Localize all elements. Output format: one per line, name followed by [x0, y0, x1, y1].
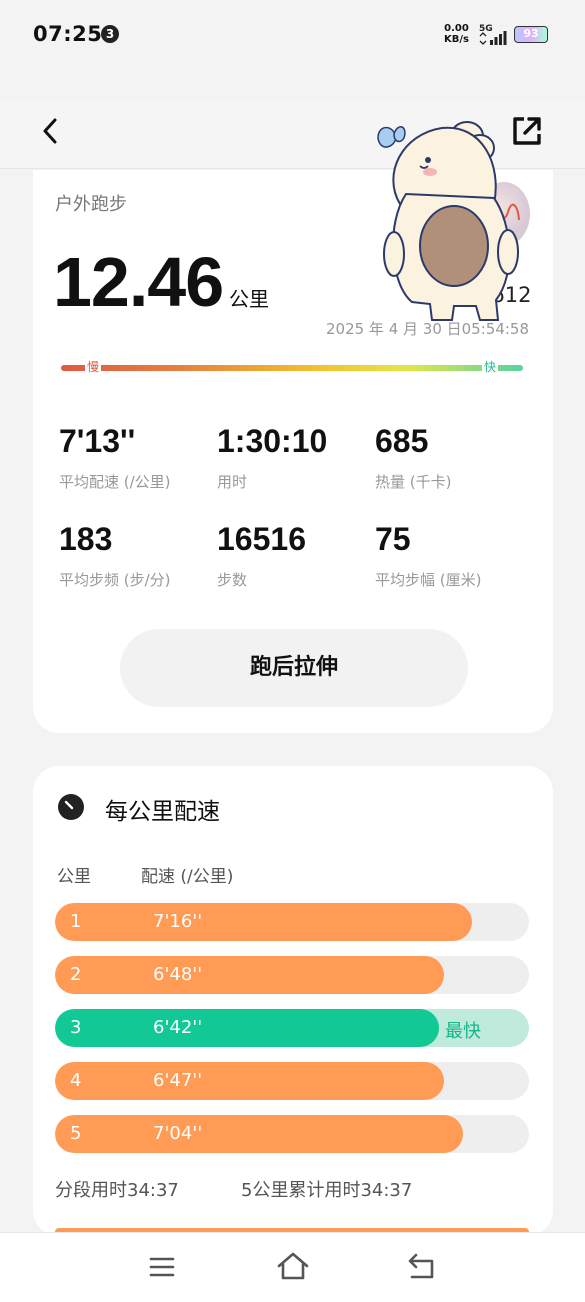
sport-type-label: 户外跑步 [55, 194, 127, 215]
column-header-km: 公里 [57, 867, 91, 887]
stat-label: 热量 (千卡) [375, 473, 452, 491]
split-row: 4 6'47'' [55, 1062, 529, 1100]
pace-fast-label: 快 [482, 358, 499, 375]
stat-label: 步数 [217, 571, 248, 589]
post-run-stretch-button[interactable]: 跑后拉伸 [120, 629, 468, 707]
stat-label: 平均步幅 (厘米) [375, 571, 482, 589]
back-gesture-icon[interactable] [406, 1251, 438, 1281]
stat-cadence: 183 平均步频 (步/分) [59, 521, 209, 590]
signal-icon: 5G [479, 24, 507, 45]
stat-label: 平均步频 (步/分) [59, 571, 171, 589]
battery-indicator: 93 [514, 26, 548, 43]
split-km: 1 [70, 911, 82, 932]
split-fill-bar [55, 1115, 463, 1153]
network-type-label: 5G [479, 24, 493, 34]
split-row-fastest: 3 6'42'' 最快 [55, 1009, 529, 1047]
split-pace: 6'42'' [153, 1017, 203, 1038]
stat-label: 用时 [217, 473, 248, 491]
stat-steps: 16516 步数 [217, 521, 367, 590]
network-speed: 0.00 KB/s [444, 23, 469, 45]
notification-count-badge: 3 [101, 25, 119, 43]
split-km: 3 [70, 1017, 82, 1038]
split-km: 5 [70, 1123, 82, 1144]
stat-value: 7'13'' [59, 423, 136, 459]
network-speed-unit: KB/s [444, 34, 469, 45]
split-km: 4 [70, 1070, 82, 1091]
pace-gradient-bar [61, 365, 523, 371]
split-pace: 6'48'' [153, 964, 203, 985]
split-pace: 6'47'' [153, 1070, 203, 1091]
split-fill-bar [55, 1009, 439, 1047]
distance-value: 12.46 [53, 243, 224, 321]
cumulative-time: 5公里累计用时34:37 [241, 1180, 413, 1201]
split-pace: 7'04'' [153, 1123, 203, 1144]
split-row: 5 7'04'' [55, 1115, 529, 1153]
back-arrow-icon[interactable] [36, 116, 66, 146]
bear-sticker-icon [377, 121, 519, 321]
splits-title: 每公里配速 [105, 799, 220, 825]
stat-value: 75 [375, 521, 411, 557]
split-row: 2 6'48'' [55, 956, 529, 994]
status-bar: 07:25 3 0.00 KB/s 5G 93 [0, 0, 585, 70]
menu-icon[interactable] [148, 1255, 176, 1279]
network-speed-value: 0.00 [444, 23, 469, 34]
home-icon[interactable] [276, 1251, 310, 1281]
clock: 07:25 [33, 22, 103, 46]
stat-value: 183 [59, 521, 113, 557]
column-header-pace: 配速 (/公里) [141, 867, 234, 887]
stat-duration: 1:30:10 用时 [217, 423, 367, 492]
stat-value: 16516 [217, 521, 306, 557]
split-fill-bar [55, 1062, 444, 1100]
split-km: 2 [70, 964, 82, 985]
pace-slow-label: 慢 [85, 358, 102, 375]
fastest-tag: 最快 [445, 1021, 481, 1042]
distance-unit: 公里 [229, 287, 269, 311]
system-nav-bar [0, 1232, 585, 1302]
split-row: 1 7'16'' [55, 903, 529, 941]
stat-stride: 75 平均步幅 (厘米) [375, 521, 525, 590]
split-fill-bar [55, 956, 444, 994]
stat-avg-pace: 7'13'' 平均配速 (/公里) [59, 423, 209, 492]
speedometer-icon [58, 794, 84, 820]
stat-calories: 685 热量 (千卡) [375, 423, 525, 492]
stat-value: 685 [375, 423, 429, 459]
split-fill-bar [55, 903, 473, 941]
stat-label: 平均配速 (/公里) [59, 473, 171, 491]
split-pace: 7'16'' [153, 911, 203, 932]
segment-time: 分段用时34:37 [55, 1180, 179, 1201]
km-splits-card: 每公里配速 公里 配速 (/公里) 1 7'16'' 2 6'48'' 3 6'… [33, 766, 553, 1236]
stat-value: 1:30:10 [217, 423, 328, 459]
